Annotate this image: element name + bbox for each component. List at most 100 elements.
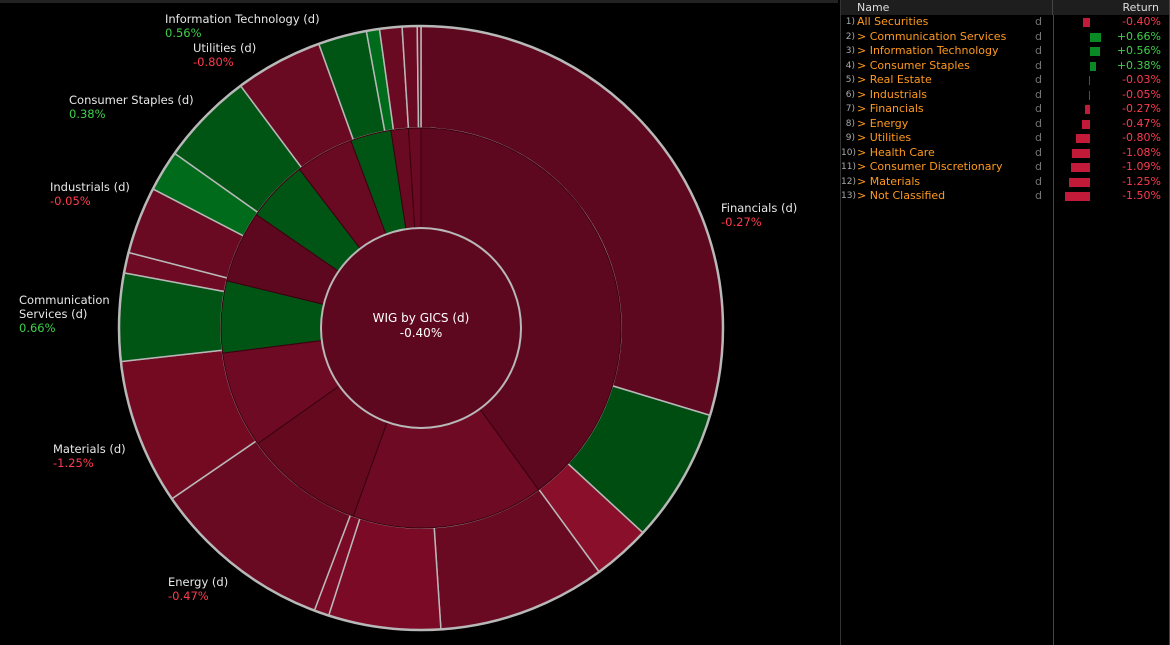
label-energy[interactable]: Energy (d) -0.47% (168, 575, 228, 603)
table-row[interactable]: 8) > Energy d -0.47% (841, 116, 1170, 132)
return-bar (1089, 90, 1090, 100)
row-index: 4) (845, 60, 855, 71)
center-title: WIG by GICS (d) (373, 311, 470, 325)
row-return: -1.50% (1122, 189, 1161, 202)
label-utilities[interactable]: Utilities (d) -0.80% (193, 41, 256, 69)
row-flag: d (1035, 73, 1042, 86)
row-name[interactable]: > Financials (855, 102, 1035, 117)
row-index: 1) (845, 17, 855, 27)
row-name[interactable]: > Real Estate (855, 73, 1035, 88)
label-communication-services[interactable]: Communication Services (d) 0.66% (19, 293, 114, 335)
table-row[interactable]: 10) > Health Care d -1.08% (841, 145, 1170, 161)
table-row[interactable]: 11) > Consumer Discretionary d -1.09% (841, 160, 1170, 175)
row-name[interactable]: > Materials (855, 175, 1035, 190)
header-return[interactable]: Return (1053, 0, 1170, 15)
return-bar (1085, 105, 1090, 114)
row-return: +0.56% (1116, 44, 1161, 57)
row-index: 12) (841, 176, 856, 187)
row-flag: d (1035, 15, 1042, 28)
row-name[interactable]: > Health Care (855, 146, 1035, 161)
return-bar-cell (1053, 174, 1112, 189)
row-flag: d (1035, 44, 1042, 57)
row-return: -0.80% (1122, 131, 1161, 144)
return-bar (1090, 61, 1097, 71)
return-bar (1064, 192, 1090, 201)
row-flag: d (1035, 160, 1042, 173)
label-materials[interactable]: Materials (d) -1.25% (53, 442, 126, 470)
return-bar (1071, 163, 1090, 172)
label-information-technology[interactable]: Information Technology (d) 0.56% (165, 12, 320, 40)
return-bar (1082, 119, 1090, 129)
table-row[interactable]: 9) > Utilities d -0.80% (841, 131, 1170, 146)
table-row[interactable]: 3) > Information Technology d +0.56% (841, 44, 1170, 59)
row-return: -1.09% (1122, 160, 1161, 173)
row-index: 13) (841, 191, 856, 201)
row-name[interactable]: > Consumer Discretionary (855, 160, 1035, 175)
return-bar (1068, 177, 1090, 187)
row-name[interactable]: All Securities (855, 15, 1035, 30)
row-index: 11) (841, 162, 856, 172)
row-return: -0.05% (1122, 87, 1161, 101)
row-index: 2) (845, 31, 855, 42)
return-bar-cell (1053, 131, 1112, 146)
label-financials[interactable]: Financials (d) -0.27% (721, 201, 797, 229)
row-return: -1.08% (1122, 145, 1161, 159)
row-index: 10) (841, 147, 856, 158)
table-row[interactable]: 6) > Industrials d -0.05% (841, 87, 1170, 103)
row-flag: d (1035, 102, 1042, 115)
row-index: 6) (845, 89, 855, 100)
return-bar-cell (1053, 58, 1112, 73)
return-bar-cell (1053, 87, 1112, 102)
row-flag: d (1035, 58, 1042, 72)
return-bar (1071, 148, 1090, 158)
constituent-segment[interactable] (416, 25, 422, 129)
row-name[interactable]: > Communication Services (855, 30, 1035, 45)
row-flag: d (1035, 29, 1042, 43)
row-flag: d (1035, 131, 1042, 144)
row-flag: d (1035, 116, 1042, 130)
table-row[interactable]: 1) All Securities d -0.40% (841, 15, 1170, 30)
table-row[interactable]: 5) > Real Estate d -0.03% (841, 73, 1170, 88)
label-consumer-staples[interactable]: Consumer Staples (d) 0.38% (69, 93, 194, 121)
row-return: -1.25% (1122, 174, 1161, 188)
return-bar-cell (1053, 160, 1112, 175)
table-row[interactable]: 2) > Communication Services d +0.66% (841, 29, 1170, 45)
row-name[interactable]: > Consumer Staples (855, 59, 1035, 74)
row-index: 9) (845, 133, 855, 143)
table-header: Name Return (841, 0, 1170, 15)
return-bar-cell (1053, 116, 1112, 131)
row-return: -0.40% (1122, 15, 1161, 28)
return-bar-cell (1053, 189, 1112, 204)
row-return: -0.47% (1122, 116, 1161, 130)
row-index: 7) (845, 104, 855, 114)
row-flag: d (1035, 174, 1042, 188)
row-flag: d (1035, 87, 1042, 101)
row-name[interactable]: > Not Classified (855, 189, 1035, 204)
return-bar-cell (1053, 15, 1112, 30)
return-bar-cell (1053, 102, 1112, 117)
row-name[interactable]: > Utilities (855, 131, 1035, 146)
center-value: -0.40% (400, 326, 442, 340)
return-bar (1083, 18, 1090, 27)
table-row[interactable]: 7) > Financials d -0.27% (841, 102, 1170, 117)
label-industrials[interactable]: Industrials (d) -0.05% (50, 180, 130, 208)
row-name[interactable]: > Industrials (855, 88, 1035, 103)
return-bar-cell (1053, 145, 1112, 160)
header-name[interactable]: Name (841, 0, 1053, 15)
row-return: +0.66% (1116, 29, 1161, 43)
row-flag: d (1035, 145, 1042, 159)
table-row[interactable]: 13) > Not Classified d -1.50% (841, 189, 1170, 204)
row-index: 8) (845, 118, 855, 129)
return-bar-cell (1053, 44, 1112, 59)
row-name[interactable]: > Energy (855, 117, 1035, 132)
row-return: -0.03% (1122, 73, 1161, 86)
row-name[interactable]: > Information Technology (855, 44, 1035, 59)
table-row[interactable]: 4) > Consumer Staples d +0.38% (841, 58, 1170, 74)
return-bar (1076, 134, 1090, 143)
table-row[interactable]: 12) > Materials d -1.25% (841, 174, 1170, 190)
row-return: +0.38% (1116, 58, 1161, 72)
row-flag: d (1035, 189, 1042, 202)
return-bar (1090, 47, 1100, 56)
return-bar-cell (1053, 29, 1112, 44)
row-index: 3) (845, 46, 855, 56)
